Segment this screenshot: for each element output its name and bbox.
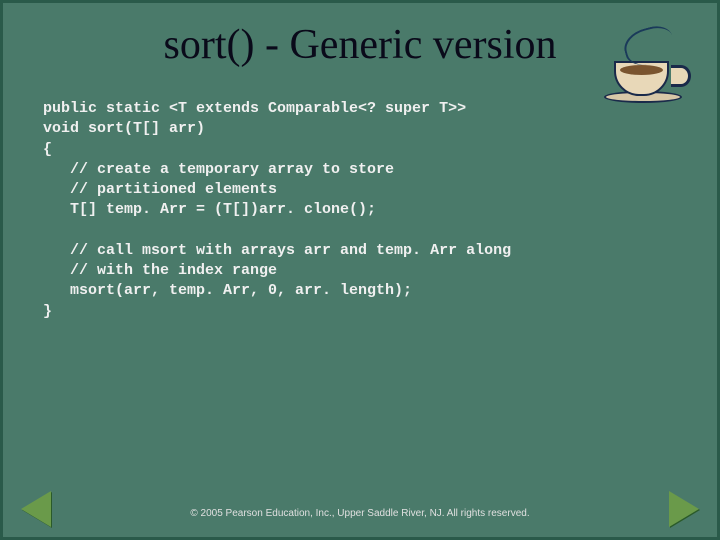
arrow-right-icon xyxy=(669,491,699,527)
coffee-cup-icon xyxy=(609,33,699,113)
slide-container: sort() - Generic version public static <… xyxy=(0,0,720,540)
arrow-left-icon xyxy=(21,491,51,527)
next-slide-button[interactable] xyxy=(669,491,699,527)
copyright-footer: © 2005 Pearson Education, Inc., Upper Sa… xyxy=(3,508,717,519)
code-block: public static <T extends Comparable<? su… xyxy=(3,77,717,322)
previous-slide-button[interactable] xyxy=(21,491,51,527)
